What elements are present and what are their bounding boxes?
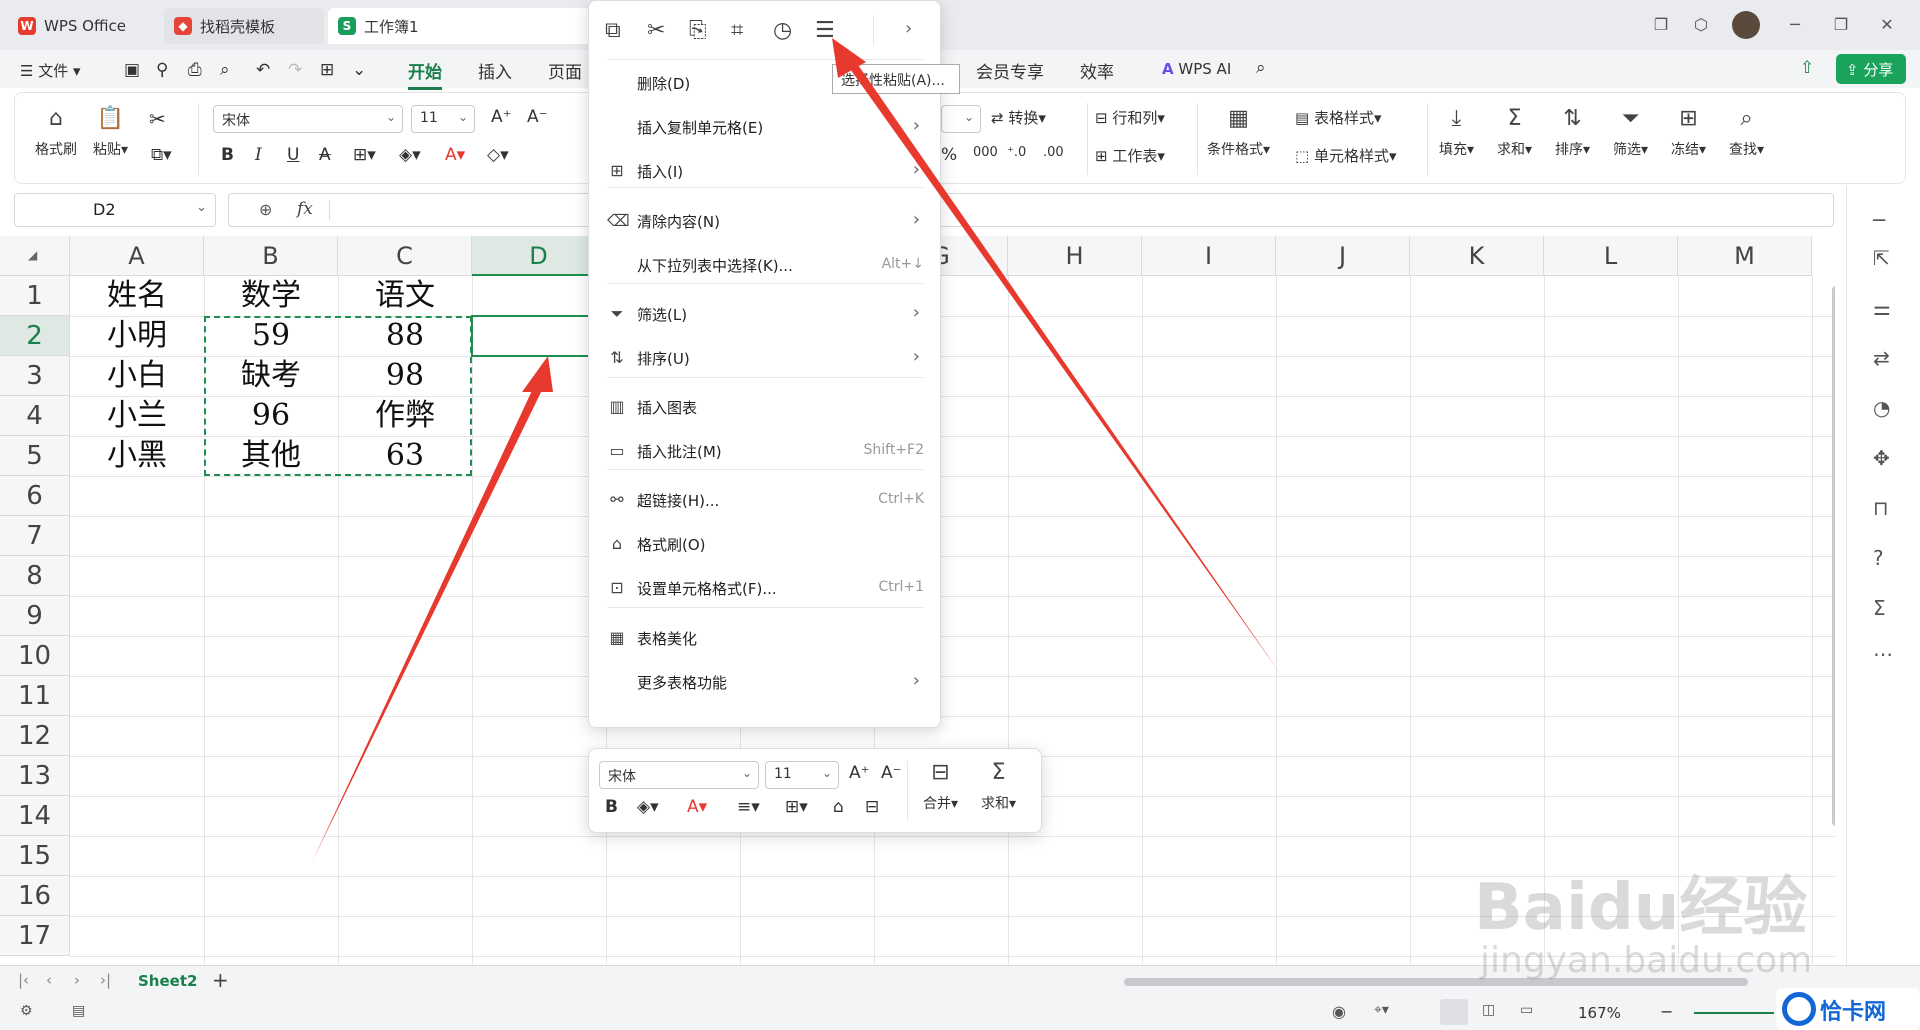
red-arrow-shaft-left [312,382,544,862]
red-arrow-shaft-right [848,62,1282,676]
baidu-url-watermark: jingyan.baidu.com [1480,940,1813,981]
site-logo-icon [1782,992,1816,1026]
site-watermark: 恰卡网 [1776,988,1920,1030]
red-arrow-head-left [522,356,553,392]
baidu-watermark: Baidu经验 [1474,871,1808,945]
site-label: 恰卡网 [1820,1000,1887,1025]
